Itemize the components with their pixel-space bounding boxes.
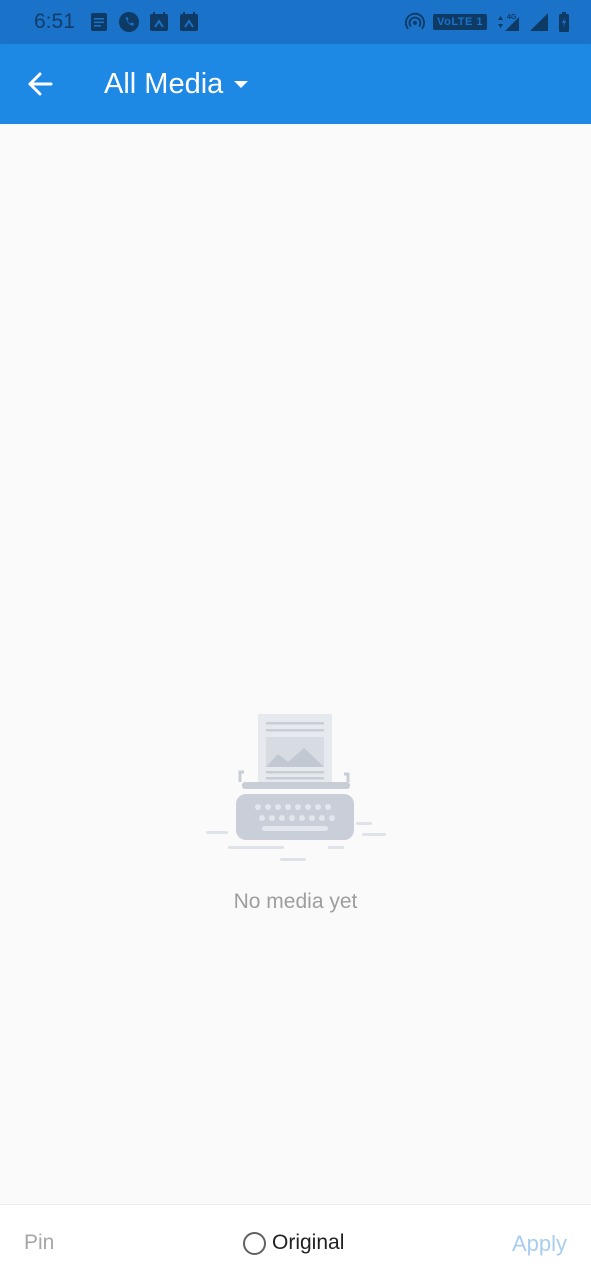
original-toggle[interactable]: Original xyxy=(243,1231,344,1255)
status-bar: 6:51 VoLTE 1 4G xyxy=(0,0,591,44)
status-system-icons: VoLTE 1 4G xyxy=(405,12,571,32)
battery-icon xyxy=(557,12,571,32)
typewriter-illustration xyxy=(205,714,386,861)
phone-icon xyxy=(118,12,139,32)
page-title: All Media xyxy=(104,67,224,100)
empty-state: No media yet xyxy=(0,710,591,914)
empty-state-message: No media yet xyxy=(233,890,358,913)
caret-down-icon xyxy=(234,81,249,88)
pin-button[interactable]: Pin xyxy=(24,1231,54,1255)
calendar-icon xyxy=(179,12,199,32)
app-bar: All Media xyxy=(0,44,591,124)
bottom-action-bar: Pin Original Apply xyxy=(0,1204,591,1280)
status-time: 6:51 xyxy=(34,10,75,33)
data-arrows-icon: 4G xyxy=(495,12,521,32)
original-radio[interactable] xyxy=(243,1231,266,1255)
docs-icon xyxy=(89,12,109,32)
volte-badge: VoLTE 1 xyxy=(433,14,487,30)
media-grid-area: No media yet xyxy=(0,124,591,1204)
apply-button[interactable]: Apply xyxy=(512,1231,567,1257)
calendar-icon xyxy=(149,12,169,32)
back-button[interactable] xyxy=(0,44,80,124)
network-type-label: 4G xyxy=(507,14,517,21)
original-label: Original xyxy=(272,1231,345,1254)
signal-icon xyxy=(529,12,549,32)
status-notification-icons xyxy=(89,12,199,32)
hotspot-icon xyxy=(405,12,426,32)
arrow-left-icon xyxy=(28,72,53,96)
media-folder-selector[interactable]: All Media xyxy=(104,68,249,101)
